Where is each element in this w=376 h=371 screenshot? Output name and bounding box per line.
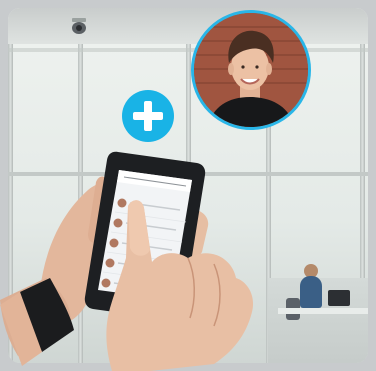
avatar <box>191 10 311 130</box>
hands-holding-phone <box>0 151 254 371</box>
person-portrait-icon <box>194 13 308 127</box>
plus-icon <box>122 90 174 142</box>
plus-vertical-bar <box>144 101 152 131</box>
